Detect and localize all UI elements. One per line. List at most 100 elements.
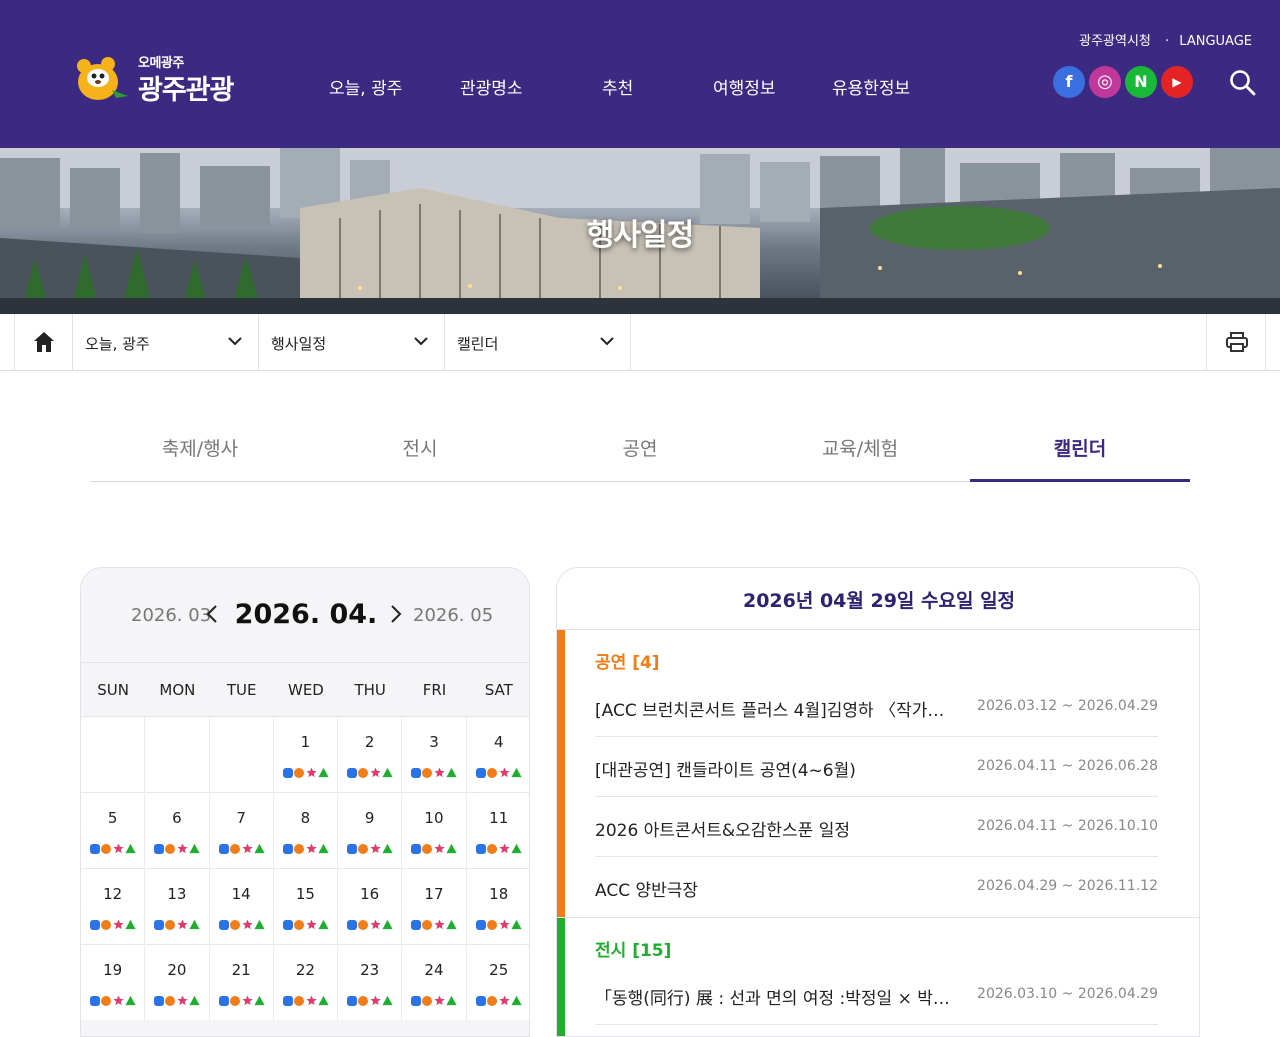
calendar-day[interactable]: 7 (210, 793, 274, 869)
breadcrumb-select-level1[interactable]: 오늘, 광주 (73, 314, 259, 370)
day-number: 25 (489, 961, 509, 979)
hero-banner: 행사일정 (0, 148, 1280, 314)
youtube-icon[interactable]: ▶ (1161, 66, 1193, 98)
calendar-day[interactable]: 13 (145, 869, 210, 945)
calendar-day[interactable]: 19 (81, 945, 146, 1021)
calendar-day[interactable]: 9 (338, 793, 403, 869)
triangle-marker-icon (318, 767, 329, 778)
instagram-icon[interactable]: ◎ (1089, 66, 1121, 98)
triangle-marker-icon (382, 995, 393, 1006)
event-item[interactable]: 「동행(同行) 展 : 선과 면의 여정 :박정일 × 박수만」 2026.03… (595, 965, 1158, 1025)
nav-item-recommend[interactable]: 추천 (602, 74, 633, 99)
calendar-day (210, 717, 274, 793)
circle-marker-icon (486, 996, 497, 1006)
nav-item-useful-info[interactable]: 유용한정보 (832, 74, 910, 99)
calendar-day[interactable]: 4 (467, 717, 529, 793)
day-number: 2 (364, 733, 375, 751)
calendar-day[interactable]: 3 (402, 717, 467, 793)
triangle-marker-icon (318, 919, 329, 930)
event-item[interactable]: ACC 양반극장 2026.04.29 ~ 2026.11.12 (595, 857, 1158, 917)
triangle-marker-icon (125, 995, 136, 1006)
circle-marker-icon (229, 996, 240, 1006)
square-marker-icon (154, 996, 165, 1006)
calendar-day[interactable]: 2 (338, 717, 403, 793)
tab-exhibition[interactable]: 전시 (310, 420, 530, 482)
calendar-day[interactable]: 10 (402, 793, 467, 869)
breadcrumb-level2-label: 행사일정 (271, 335, 327, 353)
chevron-down-icon (228, 337, 242, 346)
breadcrumb-select-level2[interactable]: 행사일정 (259, 314, 445, 370)
day-number: 9 (364, 809, 375, 827)
circle-marker-icon (293, 996, 304, 1006)
tab-education[interactable]: 교육/체험 (750, 420, 970, 482)
triangle-marker-icon (189, 919, 200, 930)
event-item[interactable]: [대관공연] 캔들라이트 공연(4~6월) 2026.04.11 ~ 2026.… (595, 737, 1158, 797)
event-title: ACC 양반극장 (595, 881, 699, 901)
event-markers (154, 919, 202, 931)
calendar-day[interactable]: 11 (467, 793, 529, 869)
event-item[interactable]: [ACC 브런치콘서트 플러스 4월]김영하 〈작가의 시간〉 2026.03.… (595, 677, 1158, 737)
event-markers (411, 843, 459, 855)
nav-item-travel-info[interactable]: 여행정보 (713, 74, 776, 99)
breadcrumb: 오늘, 광주 행사일정 캘린더 (0, 314, 1280, 371)
chevron-down-icon (600, 337, 614, 346)
next-month-link[interactable]: 2026. 05 (413, 605, 493, 626)
home-button[interactable] (14, 314, 73, 370)
calendar-day[interactable]: 5 (81, 793, 146, 869)
tab-festival[interactable]: 축제/행사 (90, 420, 310, 482)
circle-marker-icon (358, 768, 369, 778)
city-hall-link[interactable]: 광주광역시청 (1079, 30, 1151, 49)
search-icon[interactable] (1228, 68, 1256, 96)
event-markers (475, 843, 524, 855)
tab-calendar[interactable]: 캘린더 (970, 420, 1190, 482)
event-title: 2026 아트콘서트&오감한스푼 일정 (595, 821, 851, 841)
calendar-day[interactable]: 25 (467, 945, 529, 1021)
language-link[interactable]: LANGUAGE (1179, 34, 1252, 49)
schedule-panel: 2026년 04월 29일 수요일 일정 공연 [4] [ACC 브런치콘서트 … (556, 567, 1200, 1037)
calendar-day[interactable]: 16 (338, 869, 403, 945)
calendar-day[interactable]: 23 (338, 945, 403, 1021)
calendar-day[interactable]: 20 (145, 945, 210, 1021)
triangle-marker-icon (125, 919, 136, 930)
group-title[interactable]: 공연 [4] (595, 648, 660, 673)
square-marker-icon (218, 844, 229, 854)
event-item[interactable]: 2026 아트콘서트&오감한스푼 일정 2026.04.11 ~ 2026.10… (595, 797, 1158, 857)
event-title: 「동행(同行) 展 : 선과 면의 여정 :박정일 × 박수만」 (595, 989, 955, 1009)
day-number: 10 (424, 809, 444, 827)
print-button[interactable] (1206, 314, 1266, 370)
calendar-day[interactable]: 21 (210, 945, 274, 1021)
circle-marker-icon (229, 844, 240, 854)
triangle-marker-icon (446, 995, 457, 1006)
square-marker-icon (218, 920, 229, 930)
calendar-day[interactable]: 14 (210, 869, 274, 945)
calendar-day[interactable]: 22 (274, 945, 339, 1021)
calendar-day[interactable]: 6 (145, 793, 210, 869)
naver-icon[interactable]: N (1125, 66, 1157, 98)
chevron-down-icon (414, 337, 428, 346)
nav-item-today-gwangju[interactable]: 오늘, 광주 (329, 74, 402, 99)
star-marker-icon (499, 843, 510, 854)
schedule-group-performance: 공연 [4] [ACC 브런치콘서트 플러스 4월]김영하 〈작가의 시간〉 2… (557, 630, 1199, 917)
tab-performance[interactable]: 공연 (530, 420, 750, 482)
calendar-day[interactable]: 1 (274, 717, 339, 793)
calendar-day[interactable]: 24 (402, 945, 467, 1021)
group-title[interactable]: 전시 [15] (595, 936, 671, 961)
weekday-label: TUE (226, 681, 257, 699)
triangle-marker-icon (189, 995, 200, 1006)
square-marker-icon (347, 920, 358, 930)
calendar-day[interactable]: 8 (274, 793, 339, 869)
chevron-right-icon[interactable] (390, 604, 402, 624)
breadcrumb-select-level3[interactable]: 캘린더 (445, 314, 631, 370)
nav-item-attractions[interactable]: 관광명소 (460, 74, 523, 99)
triangle-marker-icon (446, 843, 457, 854)
event-markers (411, 919, 459, 931)
event-markers (218, 843, 267, 855)
calendar-day[interactable]: 17 (402, 869, 467, 945)
facebook-icon[interactable]: f (1053, 66, 1085, 98)
group-color-bar (557, 918, 565, 1036)
calendar-day[interactable]: 15 (274, 869, 339, 945)
calendar-day[interactable]: 12 (81, 869, 146, 945)
calendar-day[interactable]: 18 (467, 869, 529, 945)
star-marker-icon (434, 919, 445, 930)
page-title: 행사일정 (586, 218, 694, 253)
